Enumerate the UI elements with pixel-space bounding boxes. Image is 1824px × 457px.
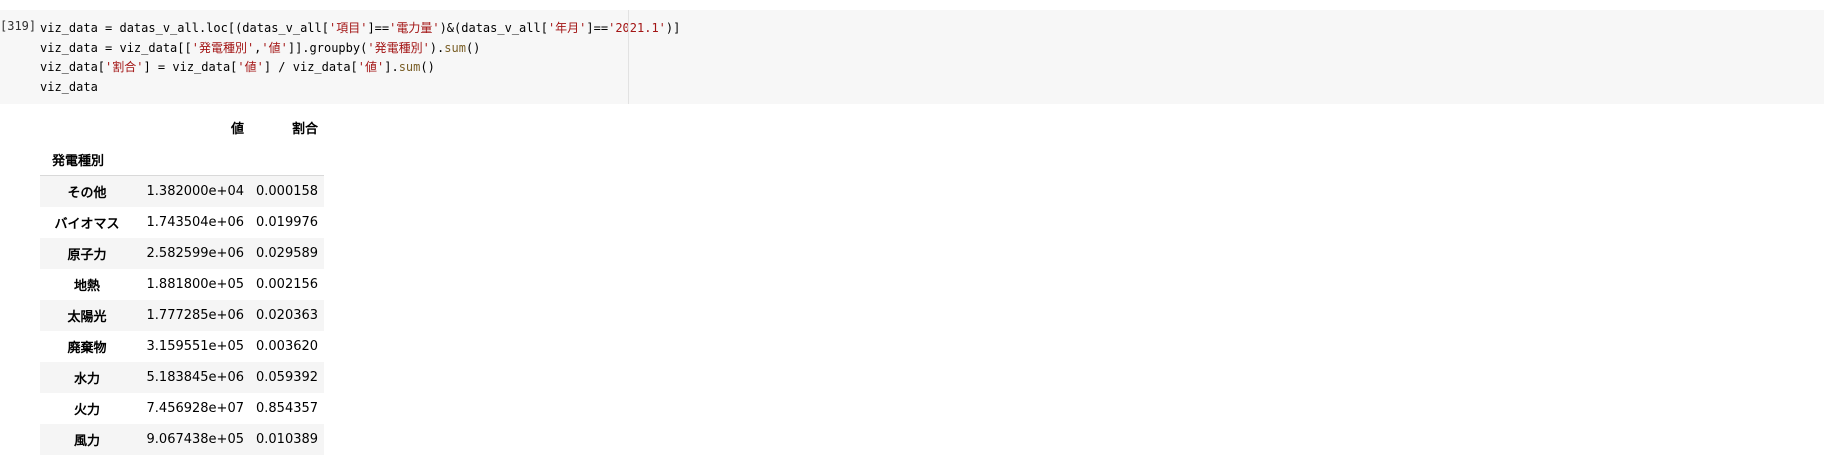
row-index-label: 太陽光 [67, 310, 107, 325]
column-header-row: 値 割合 [40, 110, 324, 144]
table-row: 廃棄物 3.159551e+05 0.003620 [40, 331, 325, 362]
table-row: 原子力 2.582599e+06 0.029589 [40, 238, 325, 269]
code-token: ). [429, 40, 445, 55]
code-line: viz_data['割合'] = viz_data['値'] / viz_dat… [40, 58, 628, 78]
column-header-value: 値 [230, 121, 244, 137]
code-token: ] = viz_data[ [143, 60, 238, 74]
code-token: viz_data = datas_v_all.loc[(datas_v_all[ [40, 21, 329, 35]
code-function: sum [398, 60, 421, 74]
code-string: '2021.1' [608, 21, 666, 35]
value-cell: 9.067438e+05 [146, 432, 244, 447]
ratio-cell: 0.002156 [256, 277, 319, 292]
cell-output: 値 割合 発電種別 その他 1.382000e+04 0.000158 バイオマス 1.… [40, 110, 325, 455]
code-function: sum [444, 40, 466, 55]
code-token: () [420, 60, 435, 74]
ratio-cell: 0.010389 [256, 432, 319, 447]
ratio-cell: 0.029589 [256, 246, 319, 261]
code-token: () [465, 40, 481, 55]
value-cell: 2.582599e+06 [146, 246, 244, 261]
value-cell: 5.183845e+06 [146, 370, 244, 385]
index-name: 発電種別 [40, 144, 134, 176]
ratio-cell: 0.003620 [256, 339, 319, 354]
row-index-label: 水力 [73, 372, 100, 387]
table-row: 火力 7.456928e+07 0.854357 [40, 393, 325, 424]
ratio-cell: 0.000158 [256, 184, 319, 199]
row-index-label: 地熱 [73, 279, 100, 294]
code-token: )] [665, 21, 681, 35]
code-token: viz_data[ [40, 60, 106, 74]
code-string: '値' [237, 60, 264, 74]
code-token: ] / viz_data[ [263, 60, 358, 74]
code-string: '割合' [105, 60, 144, 74]
ratio-cell: 0.059392 [256, 370, 319, 385]
code-line: viz_data [40, 78, 628, 98]
index-name-row: 発電種別 [40, 144, 325, 176]
index-corner [40, 110, 134, 144]
code-token: )&(datas_v_all[ [439, 21, 548, 35]
code-cell[interactable]: [319] viz_data = datas_v_all.loc[(datas_… [0, 10, 1824, 104]
code-token: ]. [384, 60, 399, 74]
code-editor[interactable]: viz_data = datas_v_all.loc[(datas_v_all[… [40, 19, 680, 104]
code-line: viz_data = viz_data[['発電種別','値']].groupb… [40, 39, 628, 59]
dataframe-table: 値 割合 発電種別 その他 1.382000e+04 0.000158 バイオマス 1.… [40, 110, 325, 455]
ratio-cell: 0.019976 [256, 215, 319, 230]
column-header-ratio: 割合 [292, 121, 319, 137]
dataframe-body: その他 1.382000e+04 0.000158 バイオマス 1.743504e+06… [40, 175, 325, 455]
value-cell: 1.743504e+06 [146, 215, 244, 230]
code-string: '値' [357, 60, 385, 74]
code-line: viz_data = datas_v_all.loc[(datas_v_all[… [40, 19, 680, 39]
value-cell: 1.382000e+04 [146, 184, 244, 199]
row-index-label: 風力 [73, 434, 100, 449]
value-cell: 3.159551e+05 [146, 339, 244, 354]
value-cell: 7.456928e+07 [146, 401, 244, 416]
index-name-spacer [250, 144, 325, 176]
table-row: その他 1.382000e+04 0.000158 [40, 175, 325, 207]
code-string: '年月' [547, 21, 587, 35]
value-cell: 1.881800e+05 [146, 277, 244, 292]
execution-count: [319] [0, 19, 37, 33]
table-row: 風力 9.067438e+05 0.010389 [40, 424, 325, 455]
ratio-cell: 0.854357 [256, 401, 319, 416]
code-token: viz_data [40, 79, 98, 94]
index-name-spacer [134, 144, 250, 176]
code-string: '発電種別' [191, 40, 255, 55]
table-row: 太陽光 1.777285e+06 0.020363 [40, 300, 325, 331]
row-index-label: その他 [67, 186, 107, 201]
code-string: '項目' [328, 21, 368, 35]
row-index-label: バイオマス [54, 217, 120, 232]
row-index-label: 火力 [73, 403, 100, 418]
code-token: ]].groupby( [287, 40, 368, 55]
value-cell: 1.777285e+06 [146, 308, 244, 323]
row-index-label: 原子力 [67, 248, 107, 263]
table-row: 水力 5.183845e+06 0.059392 [40, 362, 325, 393]
notebook-cell: [319] viz_data = datas_v_all.loc[(datas_… [0, 0, 1824, 457]
row-index-label: 廃棄物 [67, 341, 107, 356]
code-editor-divider [628, 10, 629, 104]
code-string: '電力量' [389, 21, 440, 35]
code-token: ]== [586, 21, 609, 35]
code-token: viz_data = viz_data[[ [40, 40, 192, 55]
code-string: '値' [261, 40, 288, 55]
ratio-cell: 0.020363 [256, 308, 319, 323]
table-row: 地熱 1.881800e+05 0.002156 [40, 269, 325, 300]
code-token: ]== [367, 21, 390, 35]
table-row: バイオマス 1.743504e+06 0.019976 [40, 207, 325, 238]
code-string: '発電種別' [367, 40, 430, 55]
